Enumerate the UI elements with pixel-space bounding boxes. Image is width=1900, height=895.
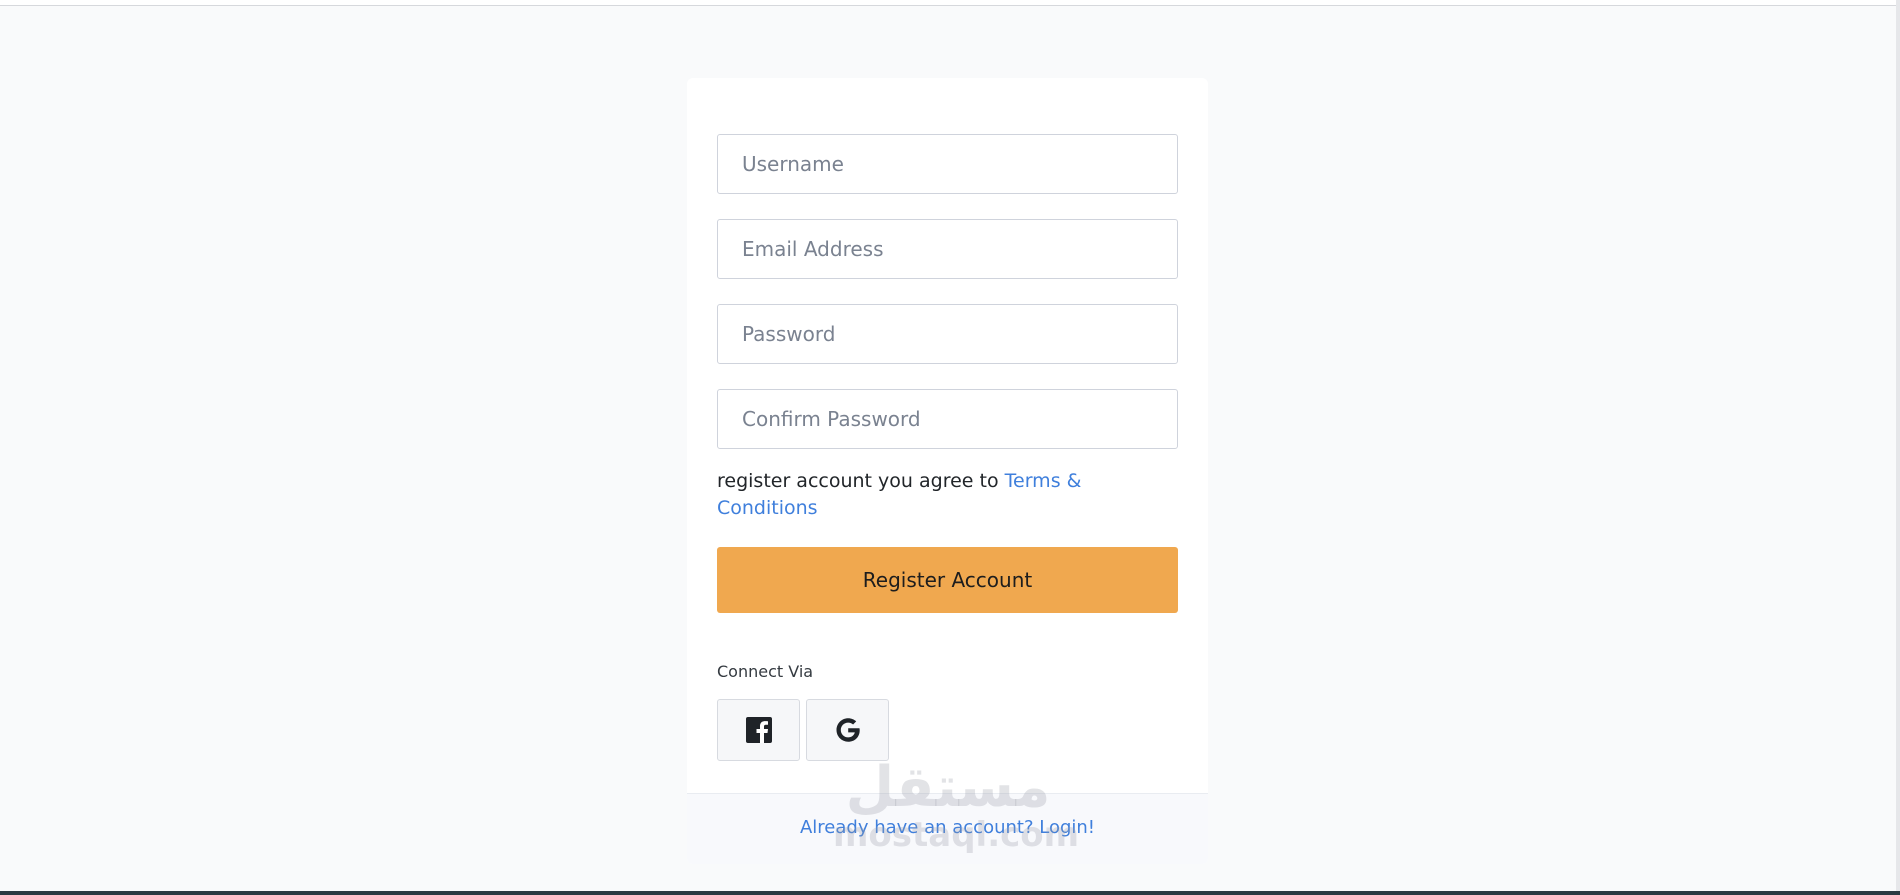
register-account-button[interactable]: Register Account bbox=[717, 547, 1178, 613]
browser-top-border bbox=[0, 0, 1900, 6]
email-input[interactable] bbox=[717, 219, 1178, 279]
google-login-button[interactable] bbox=[806, 699, 889, 761]
terms-text: register account you agree to bbox=[717, 470, 1005, 492]
register-card: register account you agree to Terms & Co… bbox=[687, 78, 1208, 864]
facebook-icon bbox=[745, 717, 772, 743]
connect-via-label: Connect Via bbox=[717, 662, 814, 681]
username-input[interactable] bbox=[717, 134, 1178, 194]
facebook-login-button[interactable] bbox=[717, 699, 800, 761]
scrollbar-track[interactable] bbox=[1896, 0, 1900, 895]
password-input[interactable] bbox=[717, 304, 1178, 364]
bottom-edge bbox=[0, 891, 1900, 895]
confirm-password-input[interactable] bbox=[717, 389, 1178, 449]
terms-notice: register account you agree to Terms & Co… bbox=[717, 468, 1178, 522]
card-footer: Already have an account? Login! bbox=[687, 793, 1208, 864]
google-icon bbox=[836, 718, 860, 742]
login-link[interactable]: Already have an account? Login! bbox=[800, 817, 1095, 838]
